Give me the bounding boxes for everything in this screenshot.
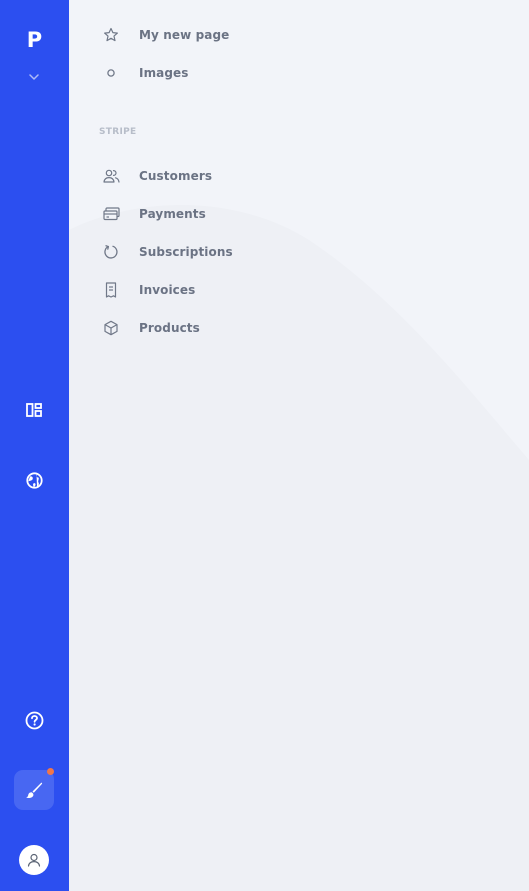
refresh-icon [102,243,120,261]
section-heading-stripe: STRIPE [99,127,137,137]
nav-item-label: Invoices [139,283,196,297]
credit-card-icon [102,205,120,223]
user-icon [27,853,41,867]
question-icon [25,711,43,729]
nav-item-label: Products [139,321,200,335]
globe-icon [25,471,43,489]
star-icon [102,26,120,44]
user-avatar-button[interactable] [19,845,49,875]
circle-icon [102,64,120,82]
nav-item-products[interactable]: Products [69,309,529,347]
navigation-panel: My new page Images STRIPE Customers Paym… [69,0,529,891]
brush-icon [26,782,43,798]
nav-item-payments[interactable]: Payments [69,195,529,233]
users-icon [102,167,120,185]
chevron-down-icon [29,74,39,80]
nav-item-invoices[interactable]: Invoices [69,271,529,309]
design-mode-button[interactable] [14,768,54,810]
globe-button[interactable] [14,460,54,500]
workspace-switcher-button[interactable] [14,57,54,97]
nav-item-label: Payments [139,207,206,221]
box-icon [102,319,120,337]
nav-item-images[interactable]: Images [69,54,529,92]
nav-item-my-new-page[interactable]: My new page [69,16,529,54]
notification-dot [47,768,54,775]
nav-item-label: Images [139,66,189,80]
receipt-icon [102,281,120,299]
background-wave [69,205,529,891]
nav-item-label: Subscriptions [139,245,233,259]
help-button[interactable] [14,700,54,740]
nav-item-customers[interactable]: Customers [69,157,529,195]
dashboard-button[interactable] [14,390,54,430]
nav-item-subscriptions[interactable]: Subscriptions [69,233,529,271]
nav-item-label: Customers [139,169,213,183]
dashboard-icon [26,403,42,417]
workspace-logo[interactable]: P [0,26,69,54]
nav-item-label: My new page [139,28,230,42]
app-rail: P [0,0,69,891]
